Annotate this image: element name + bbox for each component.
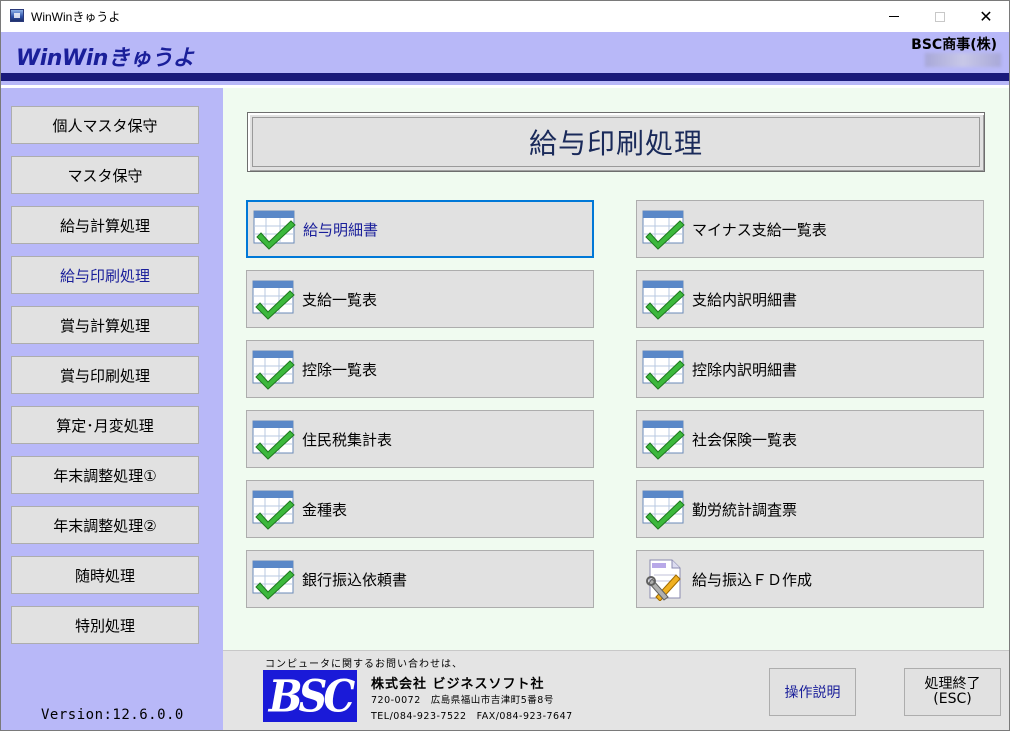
menu-social-insurance-button[interactable]: 社会保険一覧表 (636, 410, 984, 468)
checklist-icon (252, 420, 295, 460)
sidebar-item-label: 随時処理 (74, 566, 135, 585)
sidebar-item-special[interactable]: 特別処理 (11, 606, 199, 644)
sidebar-item-year-end-2[interactable]: 年末調整処理② (11, 506, 199, 544)
menu-label: 社会保険一覧表 (692, 430, 798, 449)
help-button[interactable]: 操作説明 (769, 668, 856, 716)
checklist-icon (252, 350, 295, 390)
sidebar-item-label: 賞与計算処理 (59, 316, 150, 335)
title-bar[interactable]: WinWinきゅうよ ✕ (1, 1, 1009, 32)
version-label: Version:12.6.0.0 (41, 707, 184, 723)
help-label: 操作説明 (784, 685, 841, 701)
company-name: BSC商事(株) (911, 37, 997, 53)
menu-labor-stats-button[interactable]: 勤労統計調査票 (636, 480, 984, 538)
page-title: 給与印刷処理 (528, 127, 703, 160)
menu-payment-list-button[interactable]: 支給一覧表 (246, 270, 594, 328)
sidebar-item-year-end-1[interactable]: 年末調整処理① (11, 456, 199, 494)
sidebar-item-label: 個人マスタ保守 (52, 116, 158, 135)
checklist-icon (253, 210, 296, 250)
checklist-icon (642, 210, 685, 250)
checklist-icon (252, 490, 295, 530)
sidebar-item-bonus-print[interactable]: 賞与印刷処理 (11, 356, 199, 394)
sidebar-item-label: 給与計算処理 (59, 216, 150, 235)
sidebar-item-label: 賞与印刷処理 (59, 366, 150, 385)
menu-label: 控除一覧表 (302, 360, 378, 379)
sidebar-item-label: 給与印刷処理 (59, 266, 150, 285)
footer: コンピュータに関するお問い合わせは、 BSC 株式会社 ビジネスソフト社 720… (223, 650, 1009, 730)
exit-label: 処理終了 (924, 676, 981, 692)
close-icon: ✕ (979, 6, 993, 26)
menu-bank-transfer-button[interactable]: 銀行振込依頼書 (246, 550, 594, 608)
sidebar-item-bonus-calc[interactable]: 賞与計算処理 (11, 306, 199, 344)
sidebar-item-santei-getsuhen[interactable]: 算定･月変処理 (11, 406, 199, 444)
close-button[interactable]: ✕ (963, 1, 1009, 32)
minimize-button[interactable] (871, 1, 917, 32)
vendor-phone: TEL/084-923-7522 FAX/084-923-7647 (371, 711, 573, 722)
menu-denomination-button[interactable]: 金種表 (246, 480, 594, 538)
sidebar-item-employee-master[interactable]: 個人マスタ保守 (11, 106, 199, 144)
bsc-logo-text: BSC (268, 670, 356, 722)
menu-deduction-list-button[interactable]: 控除一覧表 (246, 340, 594, 398)
maximize-button[interactable] (917, 1, 963, 32)
menu-label: 支給一覧表 (302, 290, 378, 309)
sidebar-item-label: 特別処理 (74, 616, 135, 635)
checklist-icon (642, 420, 685, 460)
menu-fd-create-button[interactable]: 給与振込ＦＤ作成 (636, 550, 984, 608)
menu-label: 金種表 (302, 500, 348, 519)
menu-payslip-button[interactable]: 給与明細書 (246, 200, 594, 258)
exit-button[interactable]: 処理終了 (ESC) (904, 668, 1001, 716)
minimize-icon (889, 16, 899, 17)
menu-label: 控除内訳明細書 (692, 360, 798, 379)
app-header: WinWinきゅうよ BSC商事(株) (1, 32, 1009, 76)
sidebar-item-label: 算定･月変処理 (56, 416, 154, 435)
app-window: WinWinきゅうよ ✕ WinWinきゅうよ BSC商事(株) 個人マスタ保守… (0, 0, 1010, 731)
sidebar-item-salary-print[interactable]: 給与印刷処理 (11, 256, 199, 294)
checklist-icon (642, 280, 685, 320)
checklist-icon (252, 280, 295, 320)
sidebar-item-label: 年末調整処理① (53, 466, 157, 485)
sidebar-item-label: 年末調整処理② (53, 516, 157, 535)
company-subtitle-redacted (925, 53, 1001, 67)
bsc-logo: BSC (263, 670, 357, 722)
menu-negative-payment-button[interactable]: マイナス支給一覧表 (636, 200, 984, 258)
header-stripe (1, 73, 1009, 81)
sidebar-item-master[interactable]: マスタ保守 (11, 156, 199, 194)
document-tools-icon (646, 559, 681, 601)
maximize-icon (935, 11, 945, 22)
sidebar-item-label: マスタ保守 (67, 166, 143, 185)
menu-label: マイナス支給一覧表 (692, 220, 827, 239)
menu-label: 給与振込ＦＤ作成 (692, 570, 813, 589)
checklist-icon (642, 490, 685, 530)
menu-label: 勤労統計調査票 (692, 500, 798, 519)
app-icon[interactable] (10, 9, 24, 22)
app-title: WinWinきゅうよ (16, 46, 194, 71)
menu-label: 支給内訳明細書 (692, 290, 798, 309)
menu-resident-tax-button[interactable]: 住民税集計表 (246, 410, 594, 468)
window-title: WinWinきゅうよ (31, 10, 121, 24)
menu-payment-detail-button[interactable]: 支給内訳明細書 (636, 270, 984, 328)
checklist-icon (252, 560, 295, 600)
vendor-company-name: 株式会社 ビジネスソフト社 (371, 677, 545, 692)
page-title-box: 給与印刷処理 (247, 112, 985, 172)
sidebar: 個人マスタ保守 マスタ保守 給与計算処理 給与印刷処理 賞与計算処理 賞与印刷処… (1, 85, 223, 730)
sidebar-item-adhoc[interactable]: 随時処理 (11, 556, 199, 594)
exit-shortcut-label: (ESC) (933, 691, 972, 707)
main-panel: 給与印刷処理 給与明細書 支給一覧表 控除一覧表 住民税集計表 金種表 銀行振込… (223, 88, 1009, 650)
menu-label: 銀行振込依頼書 (302, 570, 408, 589)
menu-deduction-detail-button[interactable]: 控除内訳明細書 (636, 340, 984, 398)
contact-note: コンピュータに関するお問い合わせは、 (265, 659, 463, 670)
menu-label: 住民税集計表 (302, 430, 393, 449)
menu-label: 給与明細書 (303, 220, 379, 239)
vendor-address: 720-0072 広島県福山市吉津町5番8号 (371, 695, 554, 706)
checklist-icon (642, 350, 685, 390)
sidebar-item-salary-calc[interactable]: 給与計算処理 (11, 206, 199, 244)
